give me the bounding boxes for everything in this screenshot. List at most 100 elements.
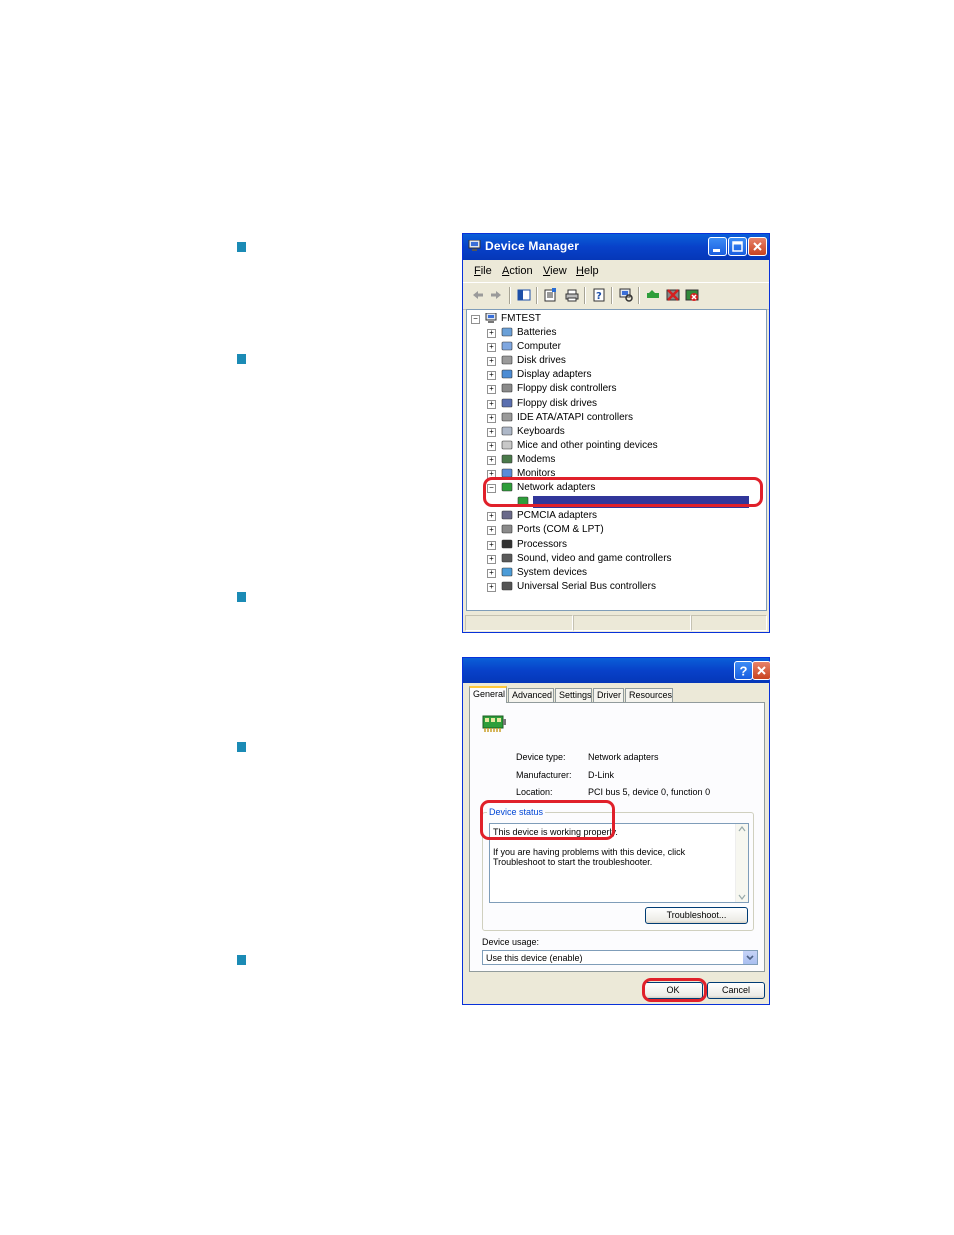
keyboard-icon [501,426,513,435]
bullet-5 [237,955,246,965]
title-bar[interactable]: Device Manager [463,234,769,260]
tree-item[interactable]: + Sound, video and game controllers [487,552,757,566]
device-usage-value: Use this device (enable) [486,953,583,963]
adapter-properties-dialog: ? General Advanced Settings Driver Resou… [462,657,771,1005]
expand-toggle[interactable]: + [487,371,496,381]
properties-icon[interactable] [543,288,557,302]
tree-item[interactable]: + Modems [487,453,757,467]
toolbar: ? [463,282,769,310]
tree-item-label: Sound, video and game controllers [517,552,672,564]
print-icon[interactable] [565,288,579,302]
dialog-title-bar[interactable]: ? [463,658,771,683]
expand-toggle[interactable]: + [487,568,496,578]
tree-item[interactable]: + Floppy disk drives [487,397,757,411]
processor-icon [501,539,513,548]
tree-item[interactable]: + Floppy disk controllers [487,382,757,396]
tree-item[interactable]: + Processors [487,538,757,552]
ide-controller-icon [501,412,513,421]
tab-general[interactable]: General [469,686,507,703]
device-usage-select[interactable]: Use this device (enable) [482,950,758,965]
collapse-toggle[interactable]: − [471,315,480,324]
expand-toggle[interactable]: + [487,357,496,367]
expand-toggle[interactable]: + [487,455,496,465]
expand-toggle[interactable]: + [487,554,496,564]
expand-toggle[interactable]: + [487,413,496,423]
troubleshoot-button[interactable]: Troubleshoot... [645,907,748,924]
bullet-3 [237,592,246,602]
tree-item[interactable]: + Keyboards [487,425,757,439]
menu-file[interactable]: File [474,265,492,277]
menu-view[interactable]: View [543,265,567,277]
status-panel-2 [573,615,691,631]
show-hide-tree-icon[interactable] [517,288,531,302]
tab-settings[interactable]: Settings [555,688,592,702]
status-scrollbar[interactable] [735,824,748,902]
expand-toggle[interactable]: + [487,385,496,395]
help-button[interactable]: ? [734,661,753,680]
menu-bar: File Action View Help [463,260,769,282]
scroll-down-icon[interactable] [738,894,746,900]
close-icon [753,242,762,251]
tree-root-label: FMTEST [501,313,541,324]
dropdown-button[interactable] [742,951,757,964]
disable-device-icon[interactable] [666,288,680,302]
toolbar-separator [638,287,640,304]
help-icon[interactable]: ? [592,288,606,302]
uninstall-device-icon[interactable] [685,288,699,302]
network-card-icon [482,715,506,732]
tree-item[interactable]: + Universal Serial Bus controllers [487,580,757,594]
cancel-label: Cancel [721,985,750,995]
location-label: Location: [516,787,553,797]
toolbar-separator [509,287,511,304]
expand-toggle[interactable]: + [487,540,496,550]
scroll-up-icon[interactable] [738,826,746,832]
chevron-down-icon [746,955,754,961]
expand-toggle[interactable]: + [487,399,496,409]
tree-item[interactable]: + IDE ATA/ATAPI controllers [487,411,757,425]
svg-text:?: ? [740,664,748,679]
tree-item-label: Universal Serial Bus controllers [517,580,656,592]
tree-root[interactable]: − FMTEST [471,312,671,326]
expand-toggle[interactable]: + [487,441,496,451]
computer-root-icon [485,313,497,323]
minimize-icon [713,249,720,252]
tree-item[interactable]: + System devices [487,566,757,580]
window-title: Device Manager [485,239,580,253]
maximize-button[interactable] [728,237,747,256]
minimize-button[interactable] [708,237,727,256]
tab-driver[interactable]: Driver [593,688,624,702]
tree-item[interactable]: + Ports (COM & LPT) [487,523,757,537]
tree-item[interactable]: + Mice and other pointing devices [487,439,757,453]
tree-item-label: Processors [517,538,568,550]
menu-help[interactable]: Help [576,265,599,277]
tree-item[interactable]: + Display adapters [487,368,757,382]
tree-item[interactable]: + PCMCIA adapters [487,509,757,523]
device-manager-icon [468,240,481,251]
expand-toggle[interactable]: + [487,526,496,536]
back-icon[interactable] [471,288,485,302]
battery-icon [501,327,513,337]
update-driver-icon[interactable] [646,288,660,302]
device-type-value: Network adapters [588,752,659,762]
expand-toggle[interactable]: + [487,329,496,338]
tab-advanced[interactable]: Advanced [508,688,554,702]
status-bar [463,612,769,632]
menu-action[interactable]: Action [502,265,533,277]
expand-toggle[interactable]: + [487,582,496,592]
tree-item[interactable]: + Disk drives [487,354,757,368]
tab-resources[interactable]: Resources [625,688,673,702]
forward-icon[interactable] [489,288,503,302]
sound-icon [501,553,513,562]
dialog-close-button[interactable] [752,661,771,680]
modem-icon [501,454,513,464]
tree-item[interactable]: + Computer [487,340,757,354]
expand-toggle[interactable]: + [487,512,496,522]
cancel-button[interactable]: Cancel [707,982,765,999]
toolbar-separator [584,287,586,304]
close-button[interactable] [748,237,767,256]
scan-hardware-icon[interactable] [619,288,633,302]
question-icon: ? [740,664,748,679]
tree-item[interactable]: + Batteries [487,326,757,340]
expand-toggle[interactable]: + [487,427,496,437]
expand-toggle[interactable]: + [487,343,496,353]
